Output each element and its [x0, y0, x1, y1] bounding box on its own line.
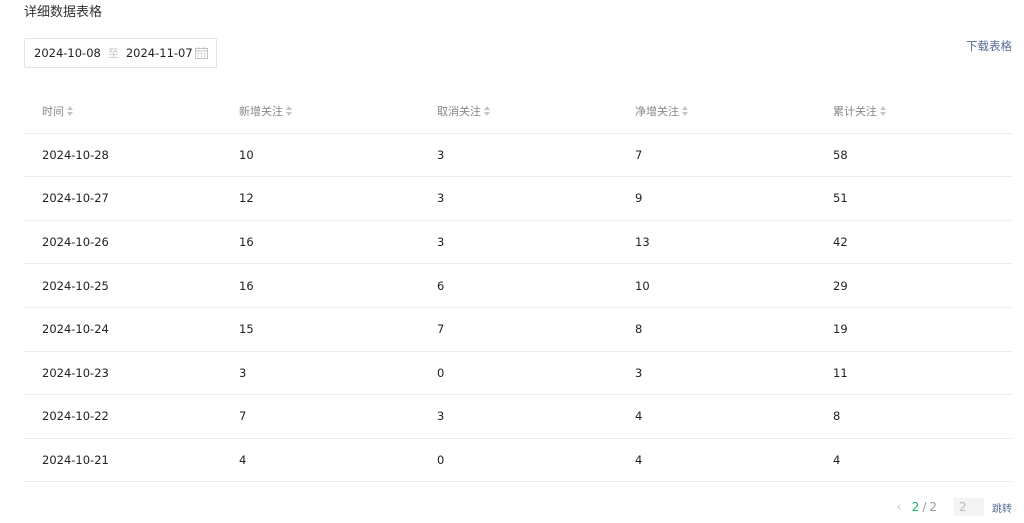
cell-new: 12	[239, 191, 254, 206]
date-separator: 至	[107, 47, 119, 60]
page: 详细数据表格 2024-10-08 至 2024-11-07 下载表格 时间 新…	[0, 0, 1024, 523]
section-title: 详细数据表格	[24, 5, 103, 20]
table-row: 2024-10-23 3 0 3 11	[24, 352, 1012, 396]
table-row: 2024-10-22 7 3 4 8	[24, 395, 1012, 439]
cell-cancel: 3	[437, 409, 445, 424]
header-label: 时间	[42, 105, 64, 119]
cell-date: 2024-10-24	[42, 322, 109, 337]
cell-cancel: 0	[437, 453, 445, 468]
header-label: 取消关注	[437, 105, 481, 119]
page-separator: /	[922, 500, 927, 514]
cell-net: 4	[635, 409, 643, 424]
cell-total: 8	[833, 409, 841, 424]
cell-date: 2024-10-23	[42, 365, 109, 380]
data-table: 时间 新增关注 取消关注 净增关注 累计关注 2024-10-28 10 3 7…	[24, 90, 1012, 483]
cell-cancel: 3	[437, 147, 445, 162]
chevron-left-icon[interactable]: ‹	[896, 500, 901, 515]
cell-date: 2024-10-26	[42, 235, 109, 250]
cell-date: 2024-10-28	[42, 147, 109, 162]
cell-total: 58	[833, 147, 848, 162]
cell-cancel: 3	[437, 235, 445, 250]
cell-net: 10	[635, 278, 650, 293]
calendar-icon[interactable]	[195, 47, 208, 59]
cell-date: 2024-10-25	[42, 278, 109, 293]
cell-cancel: 0	[437, 365, 445, 380]
cell-net: 7	[635, 147, 643, 162]
cell-new: 15	[239, 322, 254, 337]
cell-net: 9	[635, 191, 643, 206]
cell-cancel: 6	[437, 278, 445, 293]
header-unfollows[interactable]: 取消关注	[419, 103, 617, 119]
header-label: 累计关注	[833, 105, 877, 119]
cell-total: 29	[833, 278, 848, 293]
cell-net: 8	[635, 322, 643, 337]
table-row: 2024-10-27 12 3 9 51	[24, 177, 1012, 221]
current-page: 2	[911, 500, 920, 514]
cell-total: 11	[833, 365, 848, 380]
goto-page-button[interactable]: 跳转	[992, 500, 1012, 515]
cell-cancel: 7	[437, 322, 445, 337]
table-row: 2024-10-21 4 0 4 4	[24, 439, 1012, 483]
cell-date: 2024-10-27	[42, 191, 109, 206]
cell-new: 3	[239, 365, 247, 380]
cell-new: 16	[239, 278, 254, 293]
table-header: 时间 新增关注 取消关注 净增关注 累计关注	[24, 90, 1012, 134]
cell-new: 7	[239, 409, 247, 424]
header-label: 净增关注	[635, 105, 679, 119]
header-total-follows[interactable]: 累计关注	[815, 103, 1012, 119]
date-range-picker[interactable]: 2024-10-08 至 2024-11-07	[24, 38, 217, 68]
cell-total: 4	[833, 453, 841, 468]
sort-icon[interactable]	[484, 106, 491, 117]
cell-new: 10	[239, 147, 254, 162]
sort-icon[interactable]	[67, 106, 74, 117]
cell-date: 2024-10-21	[42, 453, 109, 468]
sort-icon[interactable]	[880, 106, 887, 117]
cell-cancel: 3	[437, 191, 445, 206]
table-row: 2024-10-28 10 3 7 58	[24, 134, 1012, 178]
cell-date: 2024-10-22	[42, 409, 109, 424]
cell-net: 13	[635, 235, 650, 250]
header-new-follows[interactable]: 新增关注	[221, 103, 419, 119]
start-date[interactable]: 2024-10-08	[34, 46, 101, 60]
cell-net: 3	[635, 365, 643, 380]
cell-total: 51	[833, 191, 848, 206]
table-row: 2024-10-25 16 6 10 29	[24, 264, 1012, 308]
cell-new: 16	[239, 235, 254, 250]
goto-page-input[interactable]	[954, 498, 984, 516]
header-time[interactable]: 时间	[24, 103, 221, 119]
download-table-link[interactable]: 下载表格	[966, 38, 1012, 54]
total-pages: 2	[929, 500, 937, 514]
header-net-follows[interactable]: 净增关注	[617, 103, 815, 119]
sort-icon[interactable]	[682, 106, 689, 117]
pagination: ‹ 2 / 2 跳转	[896, 498, 1012, 516]
cell-new: 4	[239, 453, 247, 468]
sort-icon[interactable]	[286, 106, 293, 117]
table-row: 2024-10-24 15 7 8 19	[24, 308, 1012, 352]
cell-net: 4	[635, 453, 643, 468]
end-date[interactable]: 2024-11-07	[126, 46, 193, 60]
header-label: 新增关注	[239, 105, 283, 119]
cell-total: 42	[833, 235, 848, 250]
cell-total: 19	[833, 322, 848, 337]
table-row: 2024-10-26 16 3 13 42	[24, 221, 1012, 265]
